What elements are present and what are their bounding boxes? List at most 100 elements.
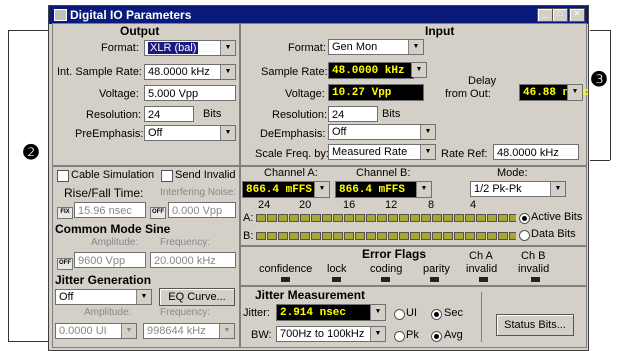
bit-scale-8: 8: [428, 199, 435, 211]
chevron-down-icon: ▼: [219, 324, 234, 338]
chevron-down-icon: ▼: [314, 182, 329, 197]
maximize-button[interactable]: □: [552, 8, 568, 22]
send-invalid-checkbox[interactable]: [161, 170, 173, 182]
chevron-down-icon: ▼: [416, 182, 431, 197]
bit-segment: [476, 214, 486, 222]
bit-scale-12: 12: [385, 199, 398, 211]
chevron-down-icon: ▼: [220, 126, 235, 140]
rate-ref-label: Rate Ref:: [441, 148, 488, 160]
output-title: Output: [120, 24, 160, 38]
output-resolution-label: Resolution:: [86, 109, 142, 121]
flag-parity-label: parity: [423, 263, 450, 275]
output-sample-rate-select[interactable]: 48.0000 kHz ▼: [144, 64, 236, 80]
cable-simulation-checkbox[interactable]: [57, 170, 69, 182]
bw-select[interactable]: 700Hz to 100kHz ▼: [276, 326, 386, 342]
minimize-button[interactable]: _: [537, 8, 553, 22]
input-sample-rate-value: 48.0000 kHz: [332, 65, 405, 77]
input-voltage-label: Voltage:: [285, 88, 325, 100]
flag-coding-led: [381, 277, 390, 282]
output-voltage-field[interactable]: 5.000 Vpp: [144, 85, 236, 101]
callout-3: ❸: [590, 69, 608, 91]
jit-amp-select[interactable]: 0.0000 UI ▼: [55, 323, 137, 339]
cable-simulation-label: Cable Simulation: [71, 169, 155, 181]
bit-segment: [399, 214, 409, 222]
active-bits-radio[interactable]: [519, 213, 530, 224]
output-preemphasis-label: PreEmphasis:: [75, 128, 144, 140]
bit-scale-20: 20: [299, 199, 312, 211]
ui-label: UI: [406, 307, 417, 319]
chevron-down-icon: ▼: [550, 182, 565, 196]
cha-label-1: Ch A: [469, 250, 493, 262]
input-deemphasis-select[interactable]: Off ▼: [328, 124, 436, 140]
avg-radio[interactable]: [431, 331, 442, 342]
delay-display[interactable]: 46.88 nsec ▼: [519, 84, 589, 101]
status-bits-button[interactable]: Status Bits...: [496, 314, 574, 336]
status-divider: [481, 292, 482, 342]
bit-segment: [366, 232, 376, 240]
frame-top-right-line: [590, 30, 610, 31]
title-bar[interactable]: Digital IO Parameters _ □ ✕: [49, 6, 588, 24]
bit-scale-24: 24: [258, 199, 271, 211]
rate-ref-field[interactable]: 48.0000 kHz: [493, 144, 579, 160]
cms-freq-field[interactable]: 20.0000 kHz: [150, 252, 236, 268]
cms-freq-label: Frequency:: [160, 237, 211, 248]
channel-a-display[interactable]: 866.4 mFFS ▼: [242, 181, 330, 198]
input-resolution-unit: Bits: [382, 108, 401, 120]
scale-freq-select[interactable]: Measured Rate ▼: [328, 144, 436, 160]
jitter-display[interactable]: 2.914 nsec ▼: [276, 304, 386, 321]
bit-segment: [333, 232, 343, 240]
input-format-value: Gen Mon: [332, 41, 378, 53]
bit-segment: [454, 232, 464, 240]
jitter-label: Jitter:: [243, 307, 270, 319]
chevron-down-icon: ▼: [121, 324, 136, 338]
flag-parity-led: [430, 277, 439, 282]
jit-freq-select[interactable]: 998644 kHz ▼: [143, 323, 235, 339]
avg-label: Avg: [444, 329, 463, 341]
input-deemphasis-value: Off: [332, 126, 347, 138]
frame-left-line: [8, 30, 9, 342]
window-title: Digital IO Parameters: [70, 8, 192, 22]
input-format-label: Format:: [288, 42, 326, 54]
mode-select[interactable]: 1/2 Pk-Pk ▼: [470, 181, 566, 197]
ui-radio[interactable]: [394, 309, 405, 320]
bit-segment: [267, 214, 277, 222]
output-format-select[interactable]: XLR (bal) ▼: [144, 40, 236, 56]
active-bits-label: Active Bits: [531, 211, 583, 223]
output-resolution-field[interactable]: 24: [144, 106, 194, 122]
chevron-down-icon: ▼: [567, 85, 582, 100]
jit-freq-value: 998644 kHz: [147, 325, 206, 337]
chevron-down-icon: ▼: [420, 125, 435, 139]
bw-label: BW:: [251, 329, 272, 341]
close-button[interactable]: ✕: [569, 8, 585, 22]
fix-button[interactable]: FIX: [57, 207, 73, 219]
frame-bottom-right-line: [590, 160, 610, 161]
input-resolution-field[interactable]: 24: [328, 106, 378, 122]
eq-curve-button[interactable]: EQ Curve...: [159, 288, 235, 306]
rise-fall-field[interactable]: 15.96 nsec: [74, 202, 146, 218]
mode-value: 1/2 Pk-Pk: [474, 183, 522, 195]
cha-label-2: invalid: [466, 263, 498, 275]
input-format-select[interactable]: Gen Mon ▼: [328, 39, 424, 55]
input-sample-rate-display[interactable]: 48.0000 kHz: [328, 62, 414, 79]
bit-segment: [355, 214, 365, 222]
output-preemphasis-select[interactable]: Off ▼: [144, 125, 236, 141]
jitter-gen-select[interactable]: Off ▼: [55, 289, 152, 305]
input-sample-rate-arrow[interactable]: ▼: [411, 62, 427, 78]
pk-radio[interactable]: [394, 331, 405, 342]
flag-lock-led: [332, 277, 341, 282]
interfering-field[interactable]: 0.000 Vpp: [168, 202, 236, 218]
data-bits-radio[interactable]: [519, 230, 530, 241]
output-sample-rate-value: 48.0000 kHz: [148, 66, 210, 78]
channel-b-display[interactable]: 866.4 mFFS ▼: [335, 181, 432, 198]
interfering-off-button[interactable]: OFF: [150, 207, 166, 219]
bit-segment: [421, 214, 431, 222]
bit-segment: [509, 232, 516, 240]
frame-right-line: [610, 30, 611, 160]
cms-amp-field[interactable]: 9600 Vpp: [74, 252, 146, 268]
output-sample-rate-label: Int. Sample Rate:: [57, 66, 142, 78]
flag-lock-label: lock: [327, 263, 347, 275]
chevron-down-icon: ▼: [408, 40, 423, 54]
sec-radio[interactable]: [431, 309, 442, 320]
chevron-down-icon: ▼: [370, 327, 385, 341]
cms-off-button[interactable]: OFF: [57, 258, 73, 270]
